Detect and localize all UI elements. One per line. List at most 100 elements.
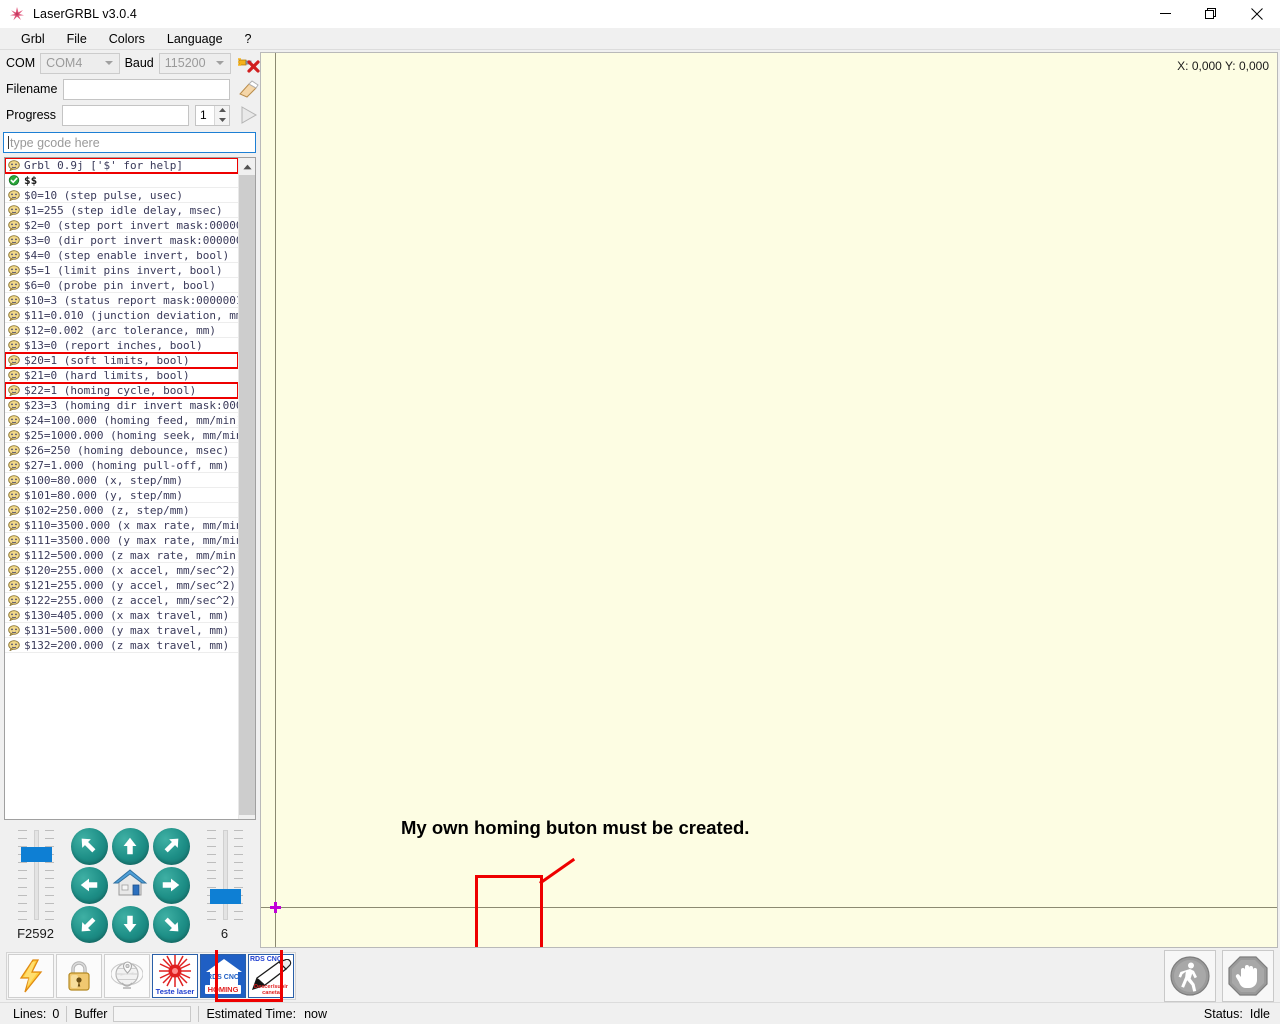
jog-down[interactable] xyxy=(111,905,149,943)
console-line[interactable]: $20=1 (soft limits, bool) xyxy=(5,352,238,369)
close-button[interactable] xyxy=(1234,0,1280,28)
console-line[interactable]: $100=80.000 (x, step/mm) xyxy=(5,473,238,488)
console-line[interactable]: $5=1 (limit pins invert, bool) xyxy=(5,263,238,278)
message-icon xyxy=(8,459,21,471)
com-port-select[interactable]: COM4 xyxy=(40,52,120,74)
jog-down-left[interactable] xyxy=(70,905,108,943)
console-line[interactable]: $23=3 (homing dir invert mask:0000… xyxy=(5,398,238,413)
console-line[interactable]: $132=200.000 (z max travel, mm) xyxy=(5,638,238,653)
console-line[interactable]: $12=0.002 (arc tolerance, mm) xyxy=(5,323,238,338)
console-line[interactable]: $2=0 (step port invert mask:000000… xyxy=(5,218,238,233)
console-scrollbar[interactable] xyxy=(238,158,255,819)
preview-canvas[interactable]: X: 0,000 Y: 0,000 My own homing buton mu… xyxy=(260,52,1278,948)
slider-track xyxy=(33,830,39,920)
set-origin-button[interactable] xyxy=(104,954,150,998)
scrollbar-track[interactable] xyxy=(239,175,255,815)
custom-button-pen[interactable]: RDS CNC Descer/subir caneta xyxy=(248,954,294,998)
jog-up-right[interactable] xyxy=(152,827,190,865)
jog-right[interactable] xyxy=(152,866,190,904)
filename-field[interactable] xyxy=(63,78,230,100)
stepper-buttons[interactable] xyxy=(214,105,229,125)
message-icon xyxy=(8,429,21,441)
menu-file[interactable]: File xyxy=(56,30,98,48)
console-line[interactable]: $10=3 (status report mask:00000011) xyxy=(5,293,238,308)
repeat-count-stepper[interactable]: 1 xyxy=(195,104,230,126)
message-icon xyxy=(8,294,21,306)
message-icon xyxy=(8,369,21,381)
console-line[interactable]: $131=500.000 (y max travel, mm) xyxy=(5,623,238,638)
step-slider-thumb[interactable] xyxy=(209,888,241,904)
scroll-up-icon[interactable] xyxy=(239,158,255,175)
play-icon[interactable] xyxy=(236,103,260,127)
console-line[interactable]: $111=3500.000 (y max rate, mm/min) xyxy=(5,533,238,548)
console-line[interactable]: $6=0 (probe pin invert, bool) xyxy=(5,278,238,293)
menu-language[interactable]: Language xyxy=(156,30,234,48)
console-line[interactable]: $26=250 (homing debounce, msec) xyxy=(5,443,238,458)
stepper-up-icon[interactable] xyxy=(215,106,229,116)
com-label: COM xyxy=(6,56,36,70)
console-line[interactable]: $121=255.000 (y accel, mm/sec^2) xyxy=(5,578,238,593)
menu-colors[interactable]: Colors xyxy=(98,30,156,48)
baud-rate-select[interactable]: 115200 xyxy=(158,52,231,74)
message-icon xyxy=(8,609,21,621)
jog-home[interactable] xyxy=(110,868,150,902)
console-line[interactable]: $1=255 (step idle delay, msec) xyxy=(5,203,238,218)
step-slider-body[interactable] xyxy=(202,826,248,924)
open-file-icon[interactable] xyxy=(236,77,260,101)
console-line[interactable]: $122=255.000 (z accel, mm/sec^2) xyxy=(5,593,238,608)
speed-slider[interactable]: F2592 xyxy=(13,826,59,944)
lasergrbl-star-icon xyxy=(7,4,27,24)
message-icon xyxy=(8,279,21,291)
unlock-alarm-button[interactable] xyxy=(8,954,54,998)
gcode-input[interactable]: type gcode here xyxy=(3,132,256,153)
console-line[interactable]: $130=405.000 (x max travel, mm) xyxy=(5,608,238,623)
console-line[interactable]: $0=10 (step pulse, usec) xyxy=(5,188,238,203)
estimated-time-cell: Estimated Time: now xyxy=(199,1005,334,1023)
jog-down-right[interactable] xyxy=(152,905,190,943)
speed-slider-thumb[interactable] xyxy=(20,846,52,862)
console-line[interactable]: $102=250.000 (z, step/mm) xyxy=(5,503,238,518)
menu-bar: Grbl File Colors Language ? xyxy=(0,28,1280,50)
console-line[interactable]: $$ xyxy=(5,173,238,188)
speed-slider-body[interactable] xyxy=(13,826,59,924)
console-line[interactable]: $21=0 (hard limits, bool) xyxy=(5,368,238,383)
restore-button[interactable] xyxy=(1188,0,1234,28)
console-line[interactable]: $3=0 (dir port invert mask:0000000… xyxy=(5,233,238,248)
console-line[interactable]: $4=0 (step enable invert, bool) xyxy=(5,248,238,263)
minimize-button[interactable] xyxy=(1142,0,1188,28)
console-line[interactable]: $110=3500.000 (x max rate, mm/min) xyxy=(5,518,238,533)
console-line[interactable]: Grbl 0.9j ['$' for help] xyxy=(5,158,238,174)
custom-button-homing[interactable]: RDS CNC HOMING xyxy=(200,954,246,998)
step-slider[interactable]: 6 xyxy=(202,826,248,944)
lines-cell: Lines: 0 xyxy=(6,1005,66,1023)
arrow-right-icon xyxy=(162,878,180,892)
console-line-text: $112=500.000 (z max rate, mm/min) xyxy=(24,548,238,562)
scrollbar-thumb[interactable] xyxy=(239,175,255,815)
menu-help[interactable]: ? xyxy=(234,30,263,48)
lock-button[interactable] xyxy=(56,954,102,998)
jog-up-left[interactable] xyxy=(70,827,108,865)
custom-button-laser-test[interactable]: Teste laser xyxy=(152,954,198,998)
arrow-up-icon xyxy=(123,837,137,855)
console-line[interactable]: $22=1 (homing cycle, bool) xyxy=(5,382,238,399)
console-line[interactable]: $13=0 (report inches, bool) xyxy=(5,338,238,353)
console-list[interactable]: Grbl 0.9j ['$' for help] $$ $0=10 (step pu… xyxy=(5,158,238,819)
console-line[interactable]: $120=255.000 (x accel, mm/sec^2) xyxy=(5,563,238,578)
console-line[interactable]: $27=1.000 (homing pull-off, mm) xyxy=(5,458,238,473)
buffer-label: Buffer xyxy=(74,1006,108,1021)
console-line[interactable]: $101=80.000 (y, step/mm) xyxy=(5,488,238,503)
connection-row: COM COM4 Baud 115200 xyxy=(0,50,260,76)
stop-button[interactable] xyxy=(1222,950,1274,1002)
console-line[interactable]: $25=1000.000 (homing seek, mm/min) xyxy=(5,428,238,443)
stepper-down-icon[interactable] xyxy=(215,115,229,125)
console-line[interactable]: $11=0.010 (junction deviation, mm) xyxy=(5,308,238,323)
slider-ticks-left xyxy=(206,830,216,920)
jog-left[interactable] xyxy=(70,866,108,904)
console-line[interactable]: $112=500.000 (z max rate, mm/min) xyxy=(5,548,238,563)
run-pause-button[interactable] xyxy=(1164,950,1216,1002)
console-line-text: $3=0 (dir port invert mask:0000000… xyxy=(24,233,238,247)
jog-up[interactable] xyxy=(111,827,149,865)
connect-disconnected-icon[interactable] xyxy=(236,51,260,75)
menu-grbl[interactable]: Grbl xyxy=(10,30,56,48)
console-line[interactable]: $24=100.000 (homing feed, mm/min) xyxy=(5,413,238,428)
